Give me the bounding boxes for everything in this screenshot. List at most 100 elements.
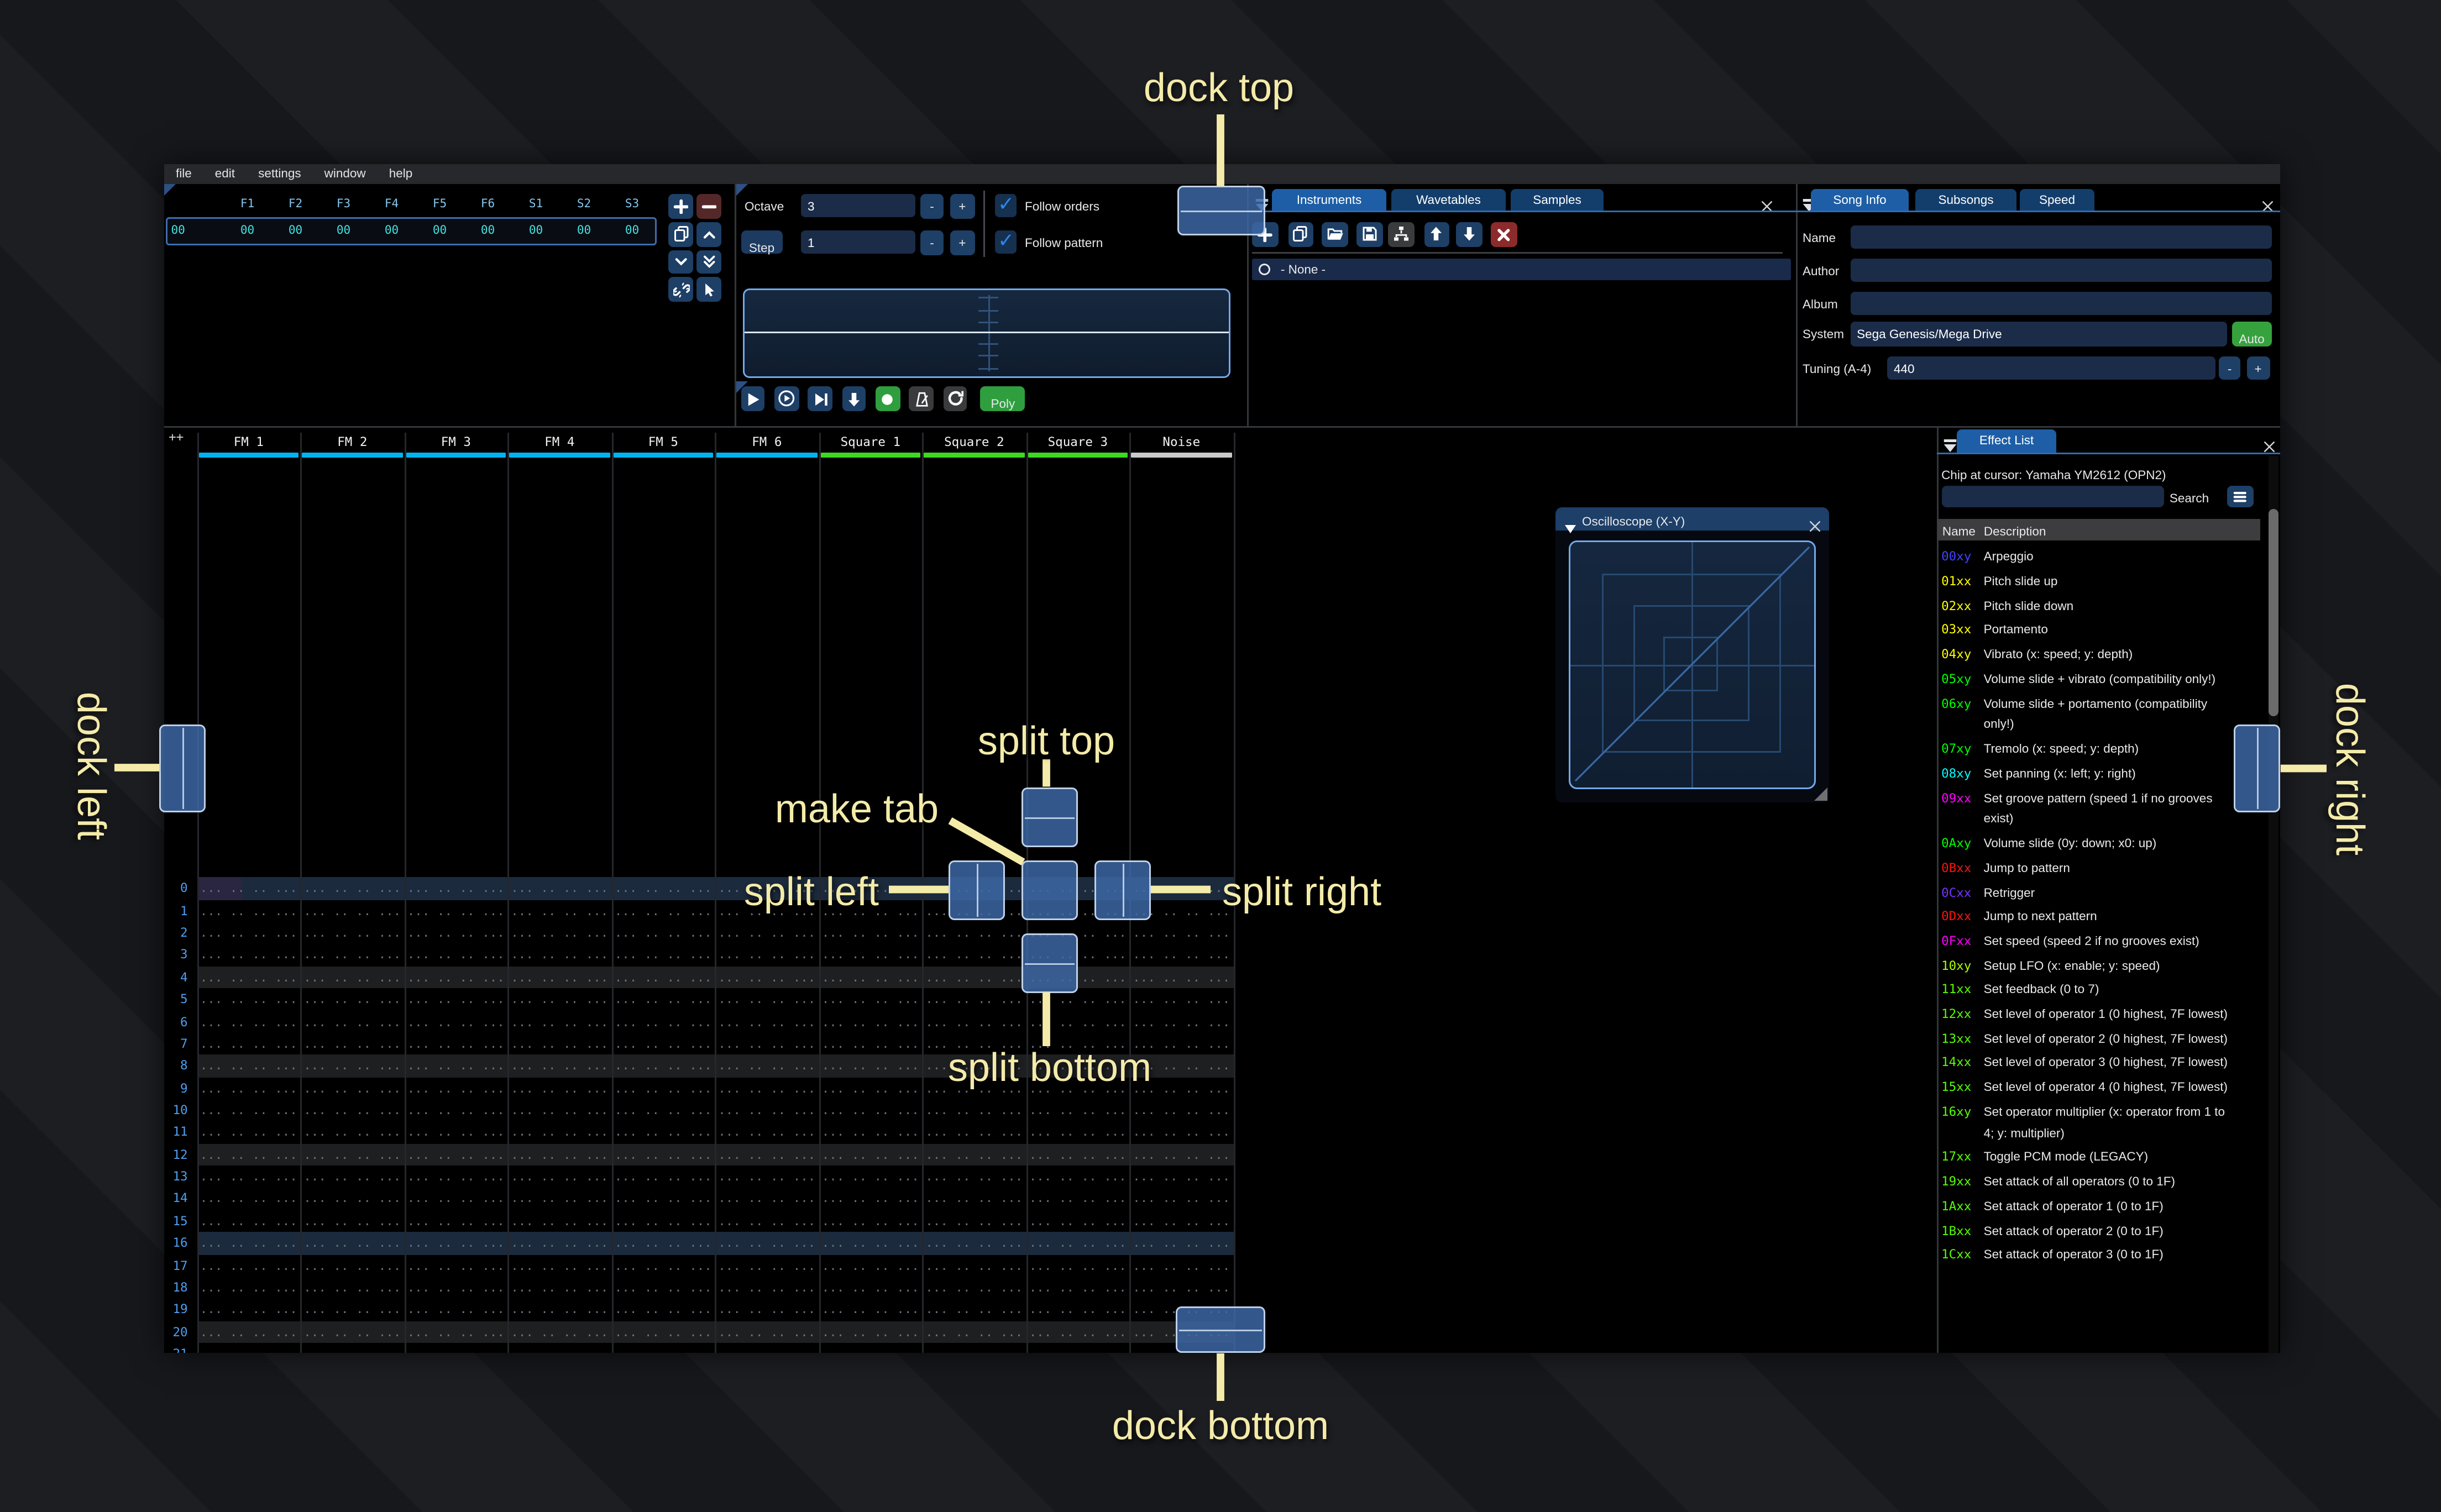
pattern-cell[interactable]: ... .. .. ... [923,1143,1026,1166]
pattern-cell[interactable]: ... .. .. ... [923,1343,1026,1353]
pattern-cell[interactable]: ... .. .. ... [611,1143,715,1166]
effect-list-scrollbar-thumb[interactable] [2268,509,2278,716]
channel-header[interactable]: FM 1 [197,432,301,458]
octave-input[interactable] [801,194,915,217]
effect-list-item[interactable]: 1Cxx Set attack of operator 3 (0 to 1F) [1941,1246,2233,1267]
pattern-cell[interactable]: ... .. .. ... [819,1188,923,1210]
effect-list-item[interactable]: 03xx Portamento [1941,621,2233,642]
order-cell[interactable]: 00 [416,224,464,238]
pattern-cell[interactable]: ... .. .. ... [301,922,405,944]
tab-song-info[interactable]: Song Info [1811,188,1909,212]
order-move-up-button[interactable] [696,222,721,246]
pattern-cell[interactable]: ... .. .. ... [301,1011,405,1033]
pattern-cell[interactable]: ... .. .. ... [301,966,405,988]
pattern-row[interactable]: 10 ... .. .. ... ... .. .. ... ... .. ..… [164,1099,1234,1121]
pattern-cell[interactable]: ... .. .. ... [197,1143,301,1166]
pattern-cell[interactable]: ... .. .. ... [1026,1099,1130,1121]
pattern-cell[interactable]: ... .. .. ... [1130,1099,1234,1121]
pattern-cell[interactable]: ... .. .. ... [1026,1232,1130,1254]
split-bottom-target[interactable] [1022,932,1078,993]
order-cell[interactable]: 00 [464,224,512,238]
pattern-cell[interactable]: ... .. .. ... [508,1055,612,1077]
pattern-cell[interactable]: ... .. .. ... [404,966,508,988]
pattern-cell[interactable]: ... .. .. ... [197,1121,301,1143]
pattern-cell[interactable]: ... .. .. ... [715,1033,819,1055]
pattern-cell[interactable]: ... .. .. ... [923,922,1026,944]
pattern-cell[interactable]: ... .. .. ... [819,1077,923,1099]
pattern-cell[interactable]: ... .. .. ... [715,989,819,1011]
pattern-cell[interactable]: ... .. .. ... [508,989,612,1011]
tuning-input[interactable] [1887,356,2215,381]
split-left-target[interactable] [949,859,1005,920]
collapse-icon[interactable] [1941,433,1958,453]
pattern-cell[interactable]: ... .. .. ... [1130,966,1234,988]
pattern-row[interactable]: 20 ... .. .. ... ... .. .. ... ... .. ..… [164,1320,1234,1343]
effect-list-item[interactable]: 16xy Set operator multiplier (x: operato… [1941,1102,2233,1145]
pattern-cell[interactable]: ... .. .. ... [819,1099,923,1121]
pattern-cell[interactable]: ... .. .. ... [923,966,1026,988]
pattern-cell[interactable]: ... .. .. ... [404,1188,508,1210]
pattern-cell[interactable]: ... .. .. ... [1130,1143,1234,1166]
pattern-cell[interactable]: ... .. .. ... [1130,1166,1234,1188]
pattern-cell[interactable]: ... .. .. ... [508,1299,612,1321]
pattern-cell[interactable]: ... .. .. ... [819,1299,923,1321]
pattern-cell[interactable]: ... .. .. ... [301,1099,405,1121]
instrument-folders-toggle-button[interactable] [1388,222,1415,246]
pattern-cell[interactable]: ... .. .. ... [1026,1277,1130,1299]
pattern-cell[interactable]: ... .. .. ... [404,1232,508,1254]
pattern-cell[interactable]: ... .. .. ... [1026,1188,1130,1210]
effect-list-item[interactable]: 01xx Pitch slide up [1941,572,2233,594]
effect-list-item[interactable]: 0Bxx Jump to pattern [1941,859,2233,880]
pattern-cell[interactable]: ... .. .. ... [819,1210,923,1232]
order-cell[interactable]: 00 [512,224,560,238]
follow-orders-checkbox[interactable]: ✓ [995,194,1018,217]
order-deep-clone-button[interactable] [668,277,693,302]
pattern-cell[interactable]: ... .. .. ... [611,1011,715,1033]
pattern-cell[interactable]: ... .. .. ... [197,966,301,988]
instrument-open-button[interactable] [1322,222,1348,246]
channel-header[interactable]: Square 1 [819,432,923,458]
pattern-cell[interactable]: ... .. .. ... [611,1210,715,1232]
order-duplicate-end-button[interactable] [696,250,721,274]
effect-list-item[interactable]: 0Cxx Retrigger [1941,883,2233,905]
song-name-input[interactable] [1850,225,2272,249]
pattern-cell[interactable]: ... .. .. ... [1130,1210,1234,1232]
pattern-cell[interactable]: ... .. .. ... [923,1277,1026,1299]
pattern-cell[interactable]: ... .. .. ... [1130,1254,1234,1277]
pattern-cell[interactable]: ... .. .. ... [1026,1299,1130,1321]
close-icon[interactable] [2260,192,2275,211]
effect-list-item[interactable]: 19xx Set attack of all operators (0 to 1… [1941,1173,2233,1194]
play-one-row-button[interactable] [808,386,832,411]
pattern-cell[interactable]: ... .. .. ... [611,1299,715,1321]
pattern-cell[interactable]: ... .. .. ... [508,1099,612,1121]
pattern-cell[interactable]: ... .. .. ... [508,1188,612,1210]
pattern-cell[interactable]: ... .. .. ... [197,922,301,944]
pattern-cell[interactable]: ... .. .. ... [715,1232,819,1254]
pattern-cell[interactable]: ... .. .. ... [715,1011,819,1033]
pattern-cell[interactable]: ... .. .. ... [715,1254,819,1277]
order-cell[interactable]: 00 [319,224,368,238]
pattern-cell[interactable]: ... .. .. ... [819,1121,923,1143]
pattern-cell[interactable]: ... .. .. ... [819,1277,923,1299]
pattern-cell[interactable]: ... .. .. ... [715,944,819,966]
pattern-cell[interactable]: ... .. .. ... [301,878,405,900]
pattern-cell[interactable]: ... .. .. ... [197,1321,301,1343]
menu-item[interactable]: help [378,164,425,185]
pattern-cell[interactable]: ... .. .. ... [923,1188,1026,1210]
pattern-cell[interactable]: ... .. .. ... [923,1299,1026,1321]
pattern-row[interactable]: 12 ... .. .. ... ... .. .. ... ... .. ..… [164,1143,1234,1166]
pattern-cell[interactable]: ... .. .. ... [404,1210,508,1232]
instrument-move-up-button[interactable] [1424,222,1450,246]
pattern-cell[interactable]: ... .. .. ... [611,1277,715,1299]
order-cell[interactable]: 00 [608,224,656,238]
pattern-row[interactable]: 6 ... .. .. ... ... .. .. ... ... .. .. … [164,1011,1234,1033]
pattern-cell[interactable]: ... .. .. ... [508,1033,612,1055]
pattern-cell[interactable]: ... .. .. ... [508,1077,612,1099]
pattern-cell[interactable]: ... .. .. ... [197,989,301,1011]
order-remove-button[interactable] [696,194,721,219]
pattern-cell[interactable]: ... .. .. ... [197,944,301,966]
poly-toggle-button[interactable]: Poly [980,386,1025,412]
pattern-row[interactable]: 19 ... .. .. ... ... .. .. ... ... .. ..… [164,1299,1234,1321]
instrument-duplicate-button[interactable] [1288,222,1314,246]
effect-list-item[interactable]: 13xx Set level of operator 2 (0 highest,… [1941,1029,2233,1051]
